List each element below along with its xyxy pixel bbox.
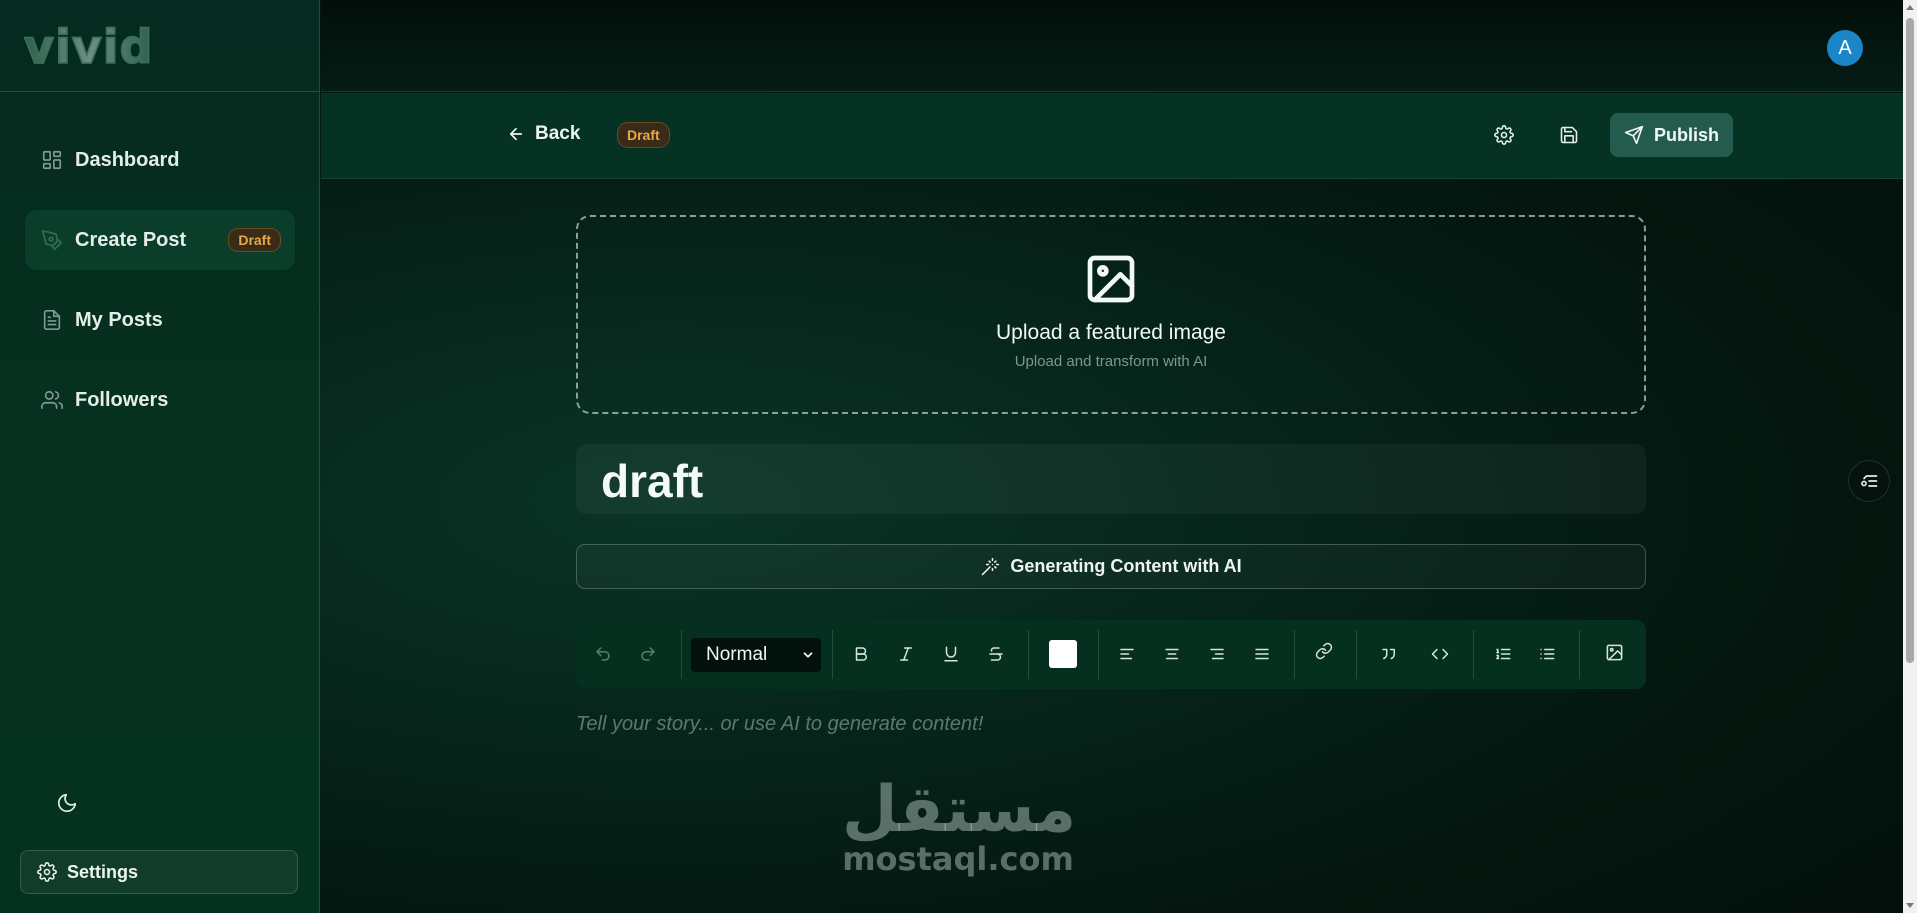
divider: [832, 630, 833, 679]
watermark-arabic: مستقل: [842, 773, 1077, 847]
send-icon: [1624, 125, 1644, 145]
sidebar-item-label: Followers: [75, 388, 169, 411]
sidebar: vivid Dashboard Create Post Draft My Pos…: [0, 0, 320, 913]
image-icon: [1083, 251, 1139, 307]
align-left-icon[interactable]: [1116, 643, 1138, 665]
arrow-left-icon: [507, 125, 525, 143]
back-button[interactable]: Back: [507, 123, 580, 145]
divider: [681, 630, 682, 679]
gear-icon: [37, 862, 57, 882]
generate-ai-label: Generating Content with AI: [1010, 556, 1242, 576]
block-format-select[interactable]: Normal: [691, 638, 821, 672]
watermark-latin: mostaql.com: [842, 840, 1074, 878]
generate-ai-button[interactable]: Generating Content with AI: [576, 544, 1646, 589]
upload-subtitle: Upload and transform with AI: [1014, 353, 1208, 370]
ordered-list-icon[interactable]: [1492, 643, 1514, 665]
publish-label: Publish: [1653, 124, 1719, 145]
sidebar-item-dashboard[interactable]: Dashboard: [25, 130, 295, 190]
document-icon: [41, 309, 63, 331]
sidebar-item-create-post[interactable]: Create Post Draft: [25, 210, 295, 270]
publish-button[interactable]: Publish: [1610, 113, 1733, 157]
editor-header: Back Draft Publish: [321, 93, 1903, 179]
sidebar-item-label: Dashboard: [75, 148, 180, 171]
divider: [1028, 630, 1029, 679]
divider: [1356, 630, 1357, 679]
top-bar: A: [321, 0, 1903, 92]
back-label: Back: [535, 123, 581, 144]
sidebar-item-followers[interactable]: Followers: [25, 370, 295, 430]
app-root: vivid Dashboard Create Post Draft My Pos…: [0, 0, 1917, 913]
scroll-down-icon[interactable]: [1906, 903, 1914, 908]
upload-title: Upload a featured image: [996, 321, 1226, 344]
status-badge: Draft: [228, 228, 281, 252]
align-justify-icon[interactable]: [1251, 643, 1273, 665]
dashboard-icon: [41, 149, 63, 171]
underline-icon[interactable]: [940, 643, 962, 665]
app-logo[interactable]: vivid: [23, 23, 153, 71]
sidebar-nav: Dashboard Create Post Draft My Posts Fol…: [0, 92, 319, 430]
save-icon[interactable]: [1559, 125, 1581, 147]
align-right-icon[interactable]: [1206, 643, 1228, 665]
featured-image-dropzone[interactable]: Upload a featured image Upload and trans…: [576, 215, 1646, 414]
strikethrough-icon[interactable]: [985, 643, 1007, 665]
list-settings-icon: [1859, 471, 1879, 491]
sidebar-item-my-posts[interactable]: My Posts: [25, 290, 295, 350]
quote-icon[interactable]: [1378, 643, 1400, 665]
avatar[interactable]: A: [1827, 30, 1863, 66]
chevron-down-icon: [801, 648, 815, 662]
watermark: مستقل mostaql.com: [842, 773, 1077, 878]
post-title-input[interactable]: draft: [576, 444, 1646, 514]
divider: [1579, 630, 1580, 679]
editor-toolbar: Normal: [576, 620, 1646, 689]
undo-icon[interactable]: [592, 643, 614, 665]
sidebar-item-label: Create Post: [75, 228, 187, 251]
link-icon[interactable]: [1313, 640, 1335, 662]
image-icon[interactable]: [1603, 641, 1625, 663]
scrollbar[interactable]: [1903, 0, 1917, 913]
align-center-icon[interactable]: [1161, 643, 1183, 665]
outline-toggle-button[interactable]: [1848, 460, 1890, 502]
divider: [1294, 630, 1295, 679]
block-format-value: Normal: [706, 644, 768, 665]
status-badge: Draft: [617, 122, 670, 148]
logo-bar: vivid: [0, 0, 319, 92]
code-icon[interactable]: [1429, 643, 1451, 665]
magic-wand-icon: [980, 557, 1000, 577]
sidebar-item-label: My Posts: [75, 308, 163, 331]
gear-icon[interactable]: [1494, 125, 1516, 147]
italic-icon[interactable]: [895, 643, 917, 665]
editor-content[interactable]: Tell your story... or use AI to generate…: [576, 713, 983, 736]
scroll-up-icon[interactable]: [1906, 5, 1914, 10]
bullet-list-icon[interactable]: [1536, 643, 1558, 665]
divider: [1098, 630, 1099, 679]
users-icon: [41, 389, 63, 411]
settings-label: Settings: [67, 861, 139, 882]
divider: [1473, 630, 1474, 679]
bold-icon[interactable]: [850, 643, 872, 665]
redo-icon[interactable]: [637, 643, 659, 665]
settings-button[interactable]: Settings: [20, 850, 298, 894]
moon-icon[interactable]: [56, 792, 78, 814]
text-color-swatch[interactable]: [1049, 640, 1077, 668]
pen-icon: [41, 229, 63, 251]
scrollbar-thumb[interactable]: [1906, 18, 1914, 663]
